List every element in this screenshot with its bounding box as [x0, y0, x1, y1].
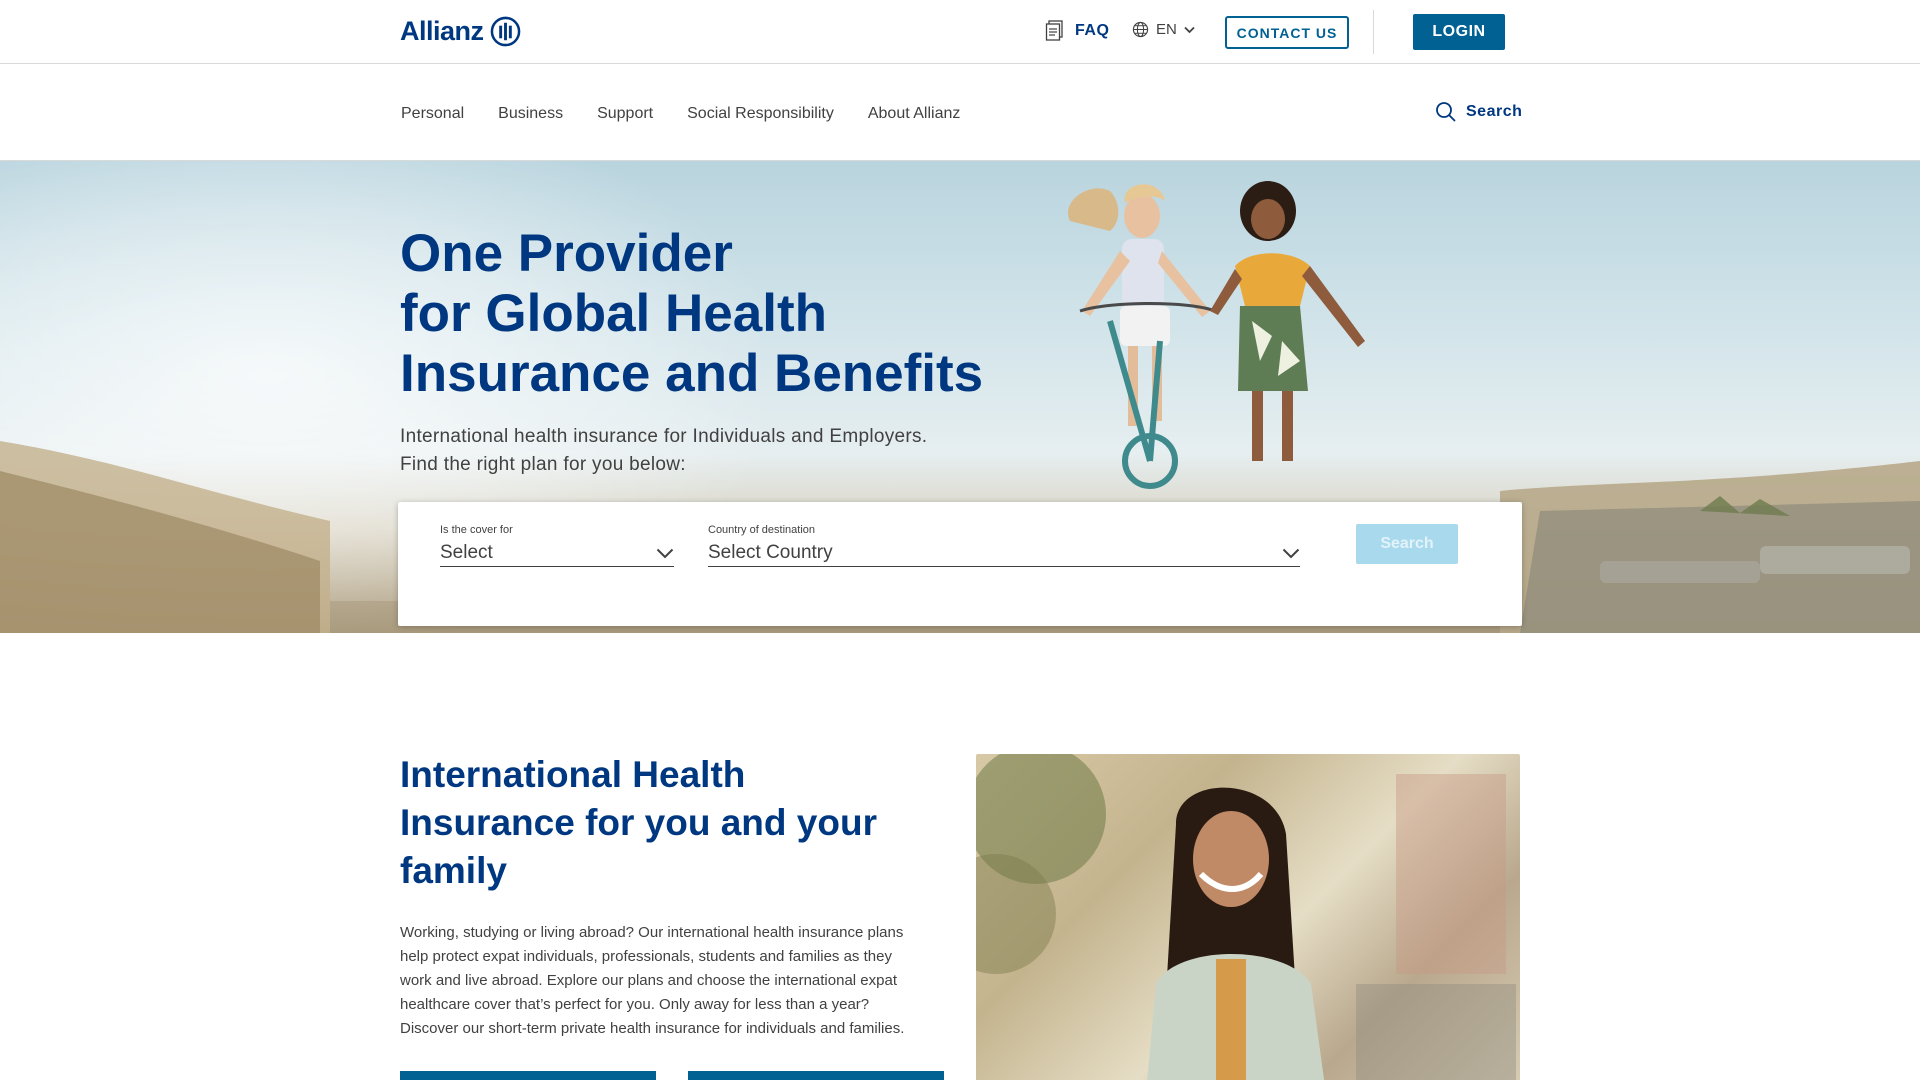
hero-title-line: One Provider: [400, 224, 733, 283]
language-selector[interactable]: EN: [1132, 21, 1195, 38]
section-body-text: Working, studying or living abroad? Our …: [400, 921, 940, 1041]
hero-title-line: Insurance and Benefits: [400, 344, 984, 403]
hero-subtitle-line: Find the right plan for you below:: [400, 454, 686, 475]
section-primary-button[interactable]: [400, 1071, 656, 1080]
allianz-eagle-icon: [490, 16, 520, 46]
hero-subtitle: International health insurance for Indiv…: [400, 423, 1040, 479]
allianz-logo[interactable]: Allianz: [400, 14, 521, 48]
cover-field: Is the cover for Select: [440, 524, 674, 567]
contact-us-button[interactable]: CONTACT US: [1225, 16, 1349, 49]
section-body-line: Working, studying or living abroad? Our …: [400, 924, 904, 941]
country-label: Country of destination: [708, 524, 816, 536]
section-title: International Health Insurance for you a…: [400, 751, 920, 895]
hero-title-line: for Global Health: [400, 284, 827, 343]
document-icon: [1045, 20, 1063, 41]
nav-item-about-allianz[interactable]: About Allianz: [868, 105, 961, 123]
top-divider: [1373, 10, 1374, 54]
section-body-line: Discover our short-term private health i…: [400, 1020, 905, 1037]
section-body-line: work and live abroad. Explore our plans …: [400, 972, 897, 989]
nav-search-button[interactable]: Search: [1435, 101, 1522, 122]
hero-title: One Provider for Global Health Insurance…: [400, 224, 1100, 404]
plan-finder-card: Is the cover for Select Country of desti…: [398, 502, 1522, 626]
plan-search-button[interactable]: Search: [1356, 524, 1458, 564]
chevron-down-icon: [1282, 548, 1300, 558]
chevron-down-icon: [1184, 26, 1195, 33]
chevron-down-icon: [656, 548, 674, 558]
cover-select[interactable]: Select: [440, 540, 674, 567]
language-label: EN: [1156, 21, 1177, 38]
country-field: Country of destination Select Country: [708, 524, 1300, 567]
country-select-value: Select Country: [708, 542, 833, 563]
nav-item-support[interactable]: Support: [597, 105, 653, 123]
section-title-line: International Health: [400, 754, 746, 795]
smiling-woman-image: [976, 754, 1520, 1080]
country-select[interactable]: Select Country: [708, 540, 1300, 567]
section-body-line: healthcare cover that’s perfect for you.…: [400, 996, 870, 1013]
hero-subtitle-line: International health insurance for Indiv…: [400, 426, 928, 447]
top-bar: Allianz FAQ EN CONTACT US LOGIN: [0, 0, 1920, 64]
logo-wordmark: Allianz: [400, 15, 484, 46]
globe-icon: [1132, 21, 1149, 38]
smiling-woman-illustration: [976, 754, 1516, 1080]
faq-link[interactable]: FAQ: [1045, 20, 1109, 42]
section-body-line: help protect expat individuals, professi…: [400, 948, 892, 965]
nav-search-label: Search: [1466, 102, 1523, 120]
nav-item-social-responsibility[interactable]: Social Responsibility: [687, 105, 834, 123]
section-secondary-button[interactable]: [688, 1071, 944, 1080]
nav-item-personal[interactable]: Personal: [401, 105, 464, 123]
section-title-line: family: [400, 850, 507, 891]
nav-items: Personal Business Support Social Respons…: [401, 105, 994, 123]
login-button[interactable]: LOGIN: [1413, 14, 1505, 50]
cover-label: Is the cover for: [440, 524, 513, 536]
cover-select-value: Select: [440, 542, 493, 563]
faq-label: FAQ: [1075, 22, 1110, 39]
search-icon: [1436, 102, 1456, 122]
nav-item-business[interactable]: Business: [498, 105, 563, 123]
section-title-line: Insurance for you and your: [400, 802, 877, 843]
main-navigation: Personal Business Support Social Respons…: [0, 64, 1920, 161]
